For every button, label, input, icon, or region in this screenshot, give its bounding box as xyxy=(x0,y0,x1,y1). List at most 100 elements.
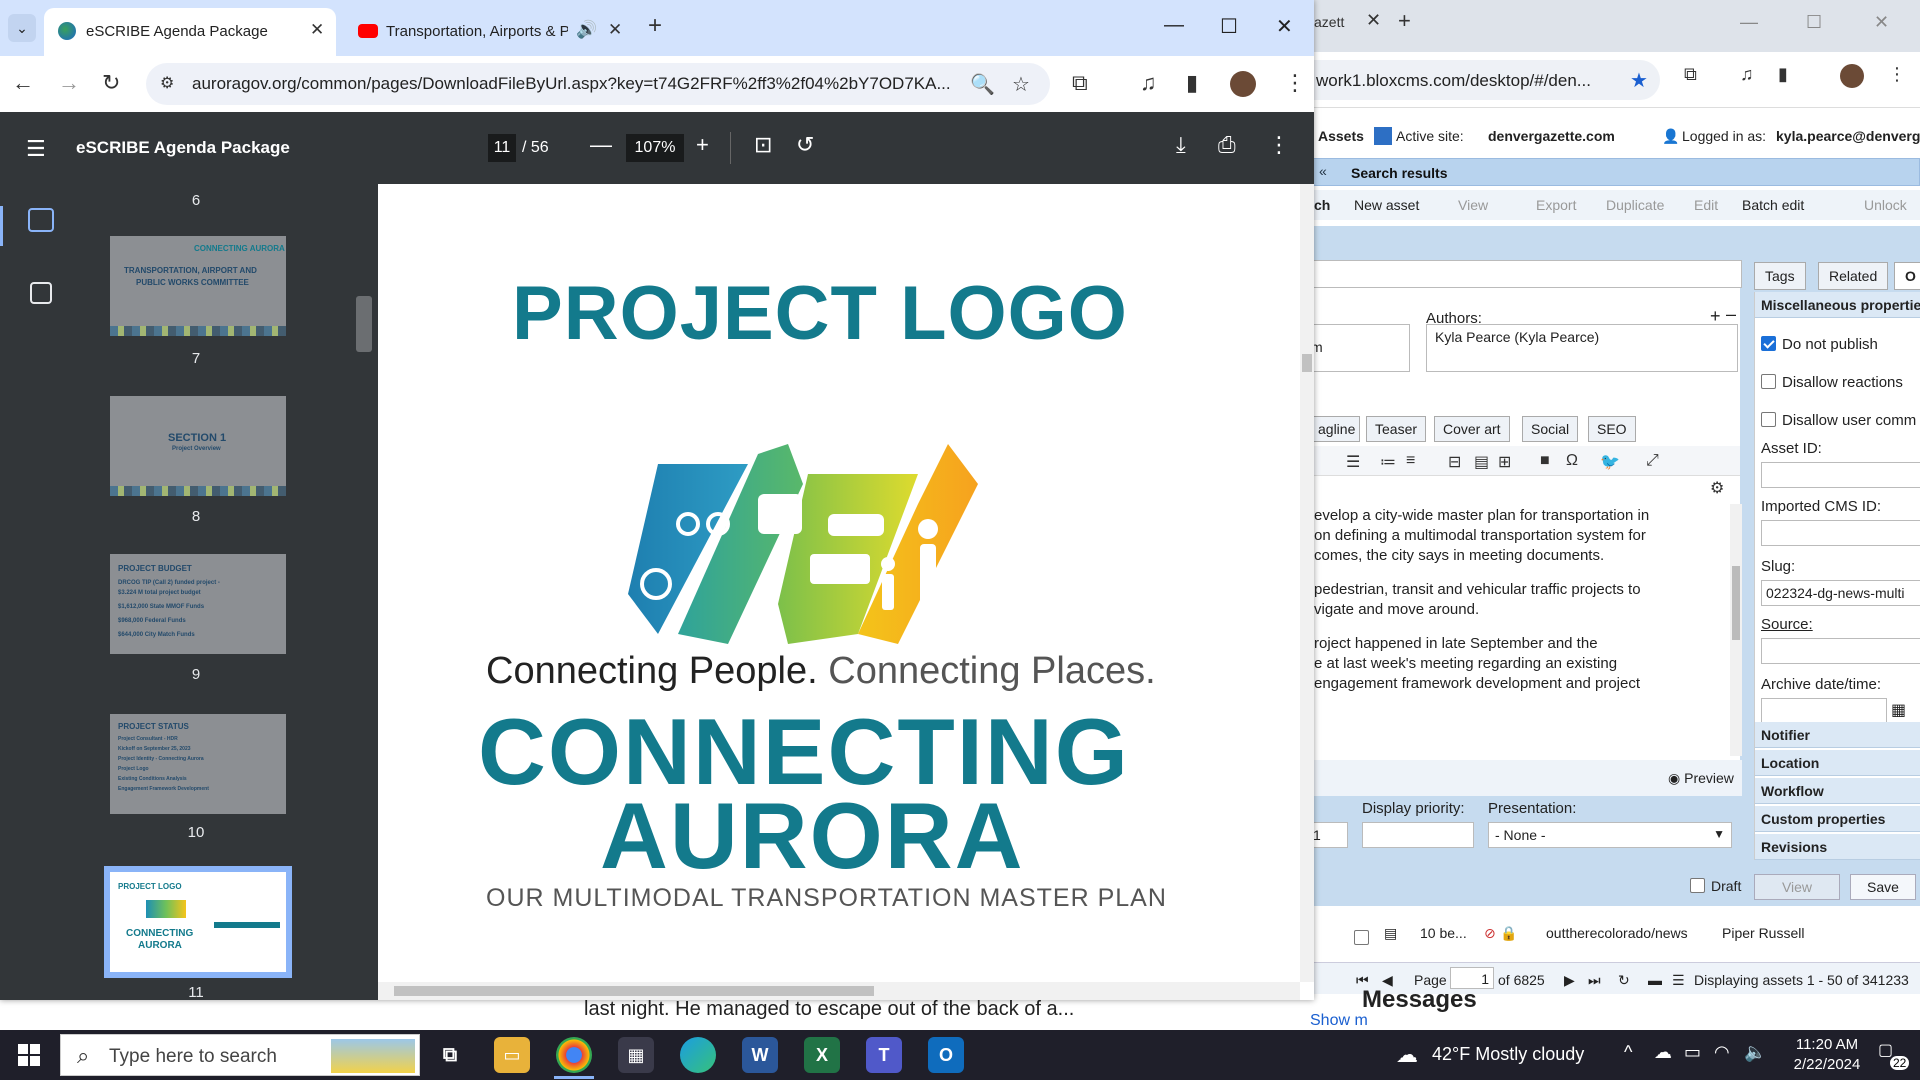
document-icon[interactable]: ▤ xyxy=(1474,452,1489,472)
tab-search-button[interactable]: ⌄ xyxy=(8,14,36,42)
store-icon[interactable]: ▦ xyxy=(618,1037,654,1073)
hamburger-menu-icon[interactable]: ☰ xyxy=(26,136,46,162)
slug-input[interactable]: 022324-dg-news-multi xyxy=(1761,580,1920,606)
export-button[interactable]: Export xyxy=(1536,197,1576,213)
minimize-icon[interactable]: — xyxy=(1740,12,1758,33)
editor-scrollbar[interactable] xyxy=(1730,504,1742,756)
minus-icon[interactable]: – xyxy=(1726,304,1736,325)
outlook-icon[interactable]: O xyxy=(928,1037,964,1073)
save-button[interactable]: Save xyxy=(1850,874,1916,900)
volume-icon[interactable]: 🔈 xyxy=(1744,1042,1766,1063)
title-field[interactable] xyxy=(1310,260,1742,288)
byline-field[interactable]: m xyxy=(1310,324,1410,372)
battery-icon[interactable]: ▭ xyxy=(1684,1042,1701,1063)
tab-cover-art[interactable]: Cover art xyxy=(1434,416,1510,442)
media-icon[interactable]: ♫ xyxy=(1740,64,1762,86)
close-icon[interactable]: ✕ xyxy=(1366,10,1381,31)
side-panel-icon[interactable]: ▮ xyxy=(1186,70,1198,96)
star-icon[interactable]: ☆ xyxy=(1012,72,1030,97)
thumbnail-scroll-thumb[interactable] xyxy=(356,296,372,352)
accordion-workflow[interactable]: Workflow xyxy=(1755,778,1920,804)
chevron-up-icon[interactable]: ^ xyxy=(1624,1042,1632,1063)
thumbnail-page-10[interactable]: PROJECT LOGO CONNECTING AURORA xyxy=(104,866,292,978)
refresh-icon[interactable]: ↻ xyxy=(1618,972,1630,989)
thumbnail-page-9[interactable]: PROJECT STATUS Project Consultant - HDR … xyxy=(110,714,286,814)
calendar-icon[interactable]: ▦ xyxy=(1891,700,1906,720)
media-icon[interactable]: ♫ xyxy=(1140,70,1157,96)
imported-cms-id-input[interactable] xyxy=(1761,520,1920,546)
side-panel-icon[interactable]: ▮ xyxy=(1778,64,1800,86)
tab-related[interactable]: Related xyxy=(1818,262,1889,290)
display-priority-input[interactable] xyxy=(1362,822,1474,848)
fit-page-icon[interactable]: ⊡ xyxy=(754,132,772,158)
close-icon[interactable]: ✕ xyxy=(1874,12,1889,33)
archive-date-input[interactable] xyxy=(1761,698,1887,724)
unlock-button[interactable]: Unlock xyxy=(1864,197,1907,213)
tab-youtube[interactable]: Transportation, Airports & P 🔊 ✕ xyxy=(344,8,632,56)
extensions-icon[interactable]: ⧉ xyxy=(1072,70,1088,96)
double-chevron-left-icon[interactable]: « xyxy=(1319,163,1327,179)
thumbnail-page-8[interactable]: PROJECT BUDGET DRCOG TIP (Call 2) funded… xyxy=(110,554,286,654)
disallow-comments-checkbox[interactable]: Disallow user comm xyxy=(1761,412,1916,429)
pagebreak-icon[interactable]: ⊟ xyxy=(1448,452,1461,472)
list-view-icon[interactable]: ☰ xyxy=(1672,972,1685,989)
thumbnail-page-6[interactable]: CONNECTING AURORA TRANSPORTATION, AIRPOR… xyxy=(110,236,286,336)
zoom-icon[interactable]: 🔍 xyxy=(970,72,995,97)
cms-tab-title[interactable]: azett xyxy=(1314,14,1344,30)
last-page-icon[interactable]: ⏭ xyxy=(1588,972,1601,989)
zoom-input[interactable]: 107% xyxy=(626,134,684,162)
next-page-icon[interactable]: ▶ xyxy=(1564,972,1575,989)
view-button[interactable]: View xyxy=(1754,874,1840,900)
kebab-menu-icon[interactable]: ⋮ xyxy=(1268,132,1290,158)
duplicate-button[interactable]: Duplicate xyxy=(1606,197,1664,213)
video-icon[interactable]: ■ xyxy=(1540,452,1550,470)
minimize-icon[interactable]: — xyxy=(1164,14,1184,37)
view-button[interactable]: View xyxy=(1458,197,1488,213)
notification-icon[interactable]: ▢ xyxy=(1878,1040,1893,1060)
forward-icon[interactable]: → xyxy=(58,70,80,96)
gear-icon[interactable]: ⚙ xyxy=(1710,478,1724,498)
taskbar-search[interactable]: ⌕ Type here to search xyxy=(60,1034,420,1076)
outline-icon[interactable] xyxy=(30,282,52,304)
file-explorer-icon[interactable]: ▭ xyxy=(494,1037,530,1073)
source-label[interactable]: Source: xyxy=(1761,616,1813,633)
reload-icon[interactable]: ↻ xyxy=(102,70,120,96)
authors-field[interactable]: Kyla Pearce (Kyla Pearce) xyxy=(1426,324,1738,372)
accordion-revisions[interactable]: Revisions xyxy=(1755,834,1920,860)
source-input[interactable] xyxy=(1761,638,1920,664)
twitter-icon[interactable]: 🐦 xyxy=(1600,452,1620,472)
back-icon[interactable]: ← xyxy=(12,70,34,96)
omega-icon[interactable]: Ω xyxy=(1566,452,1578,470)
chrome-icon[interactable] xyxy=(556,1037,592,1073)
print-icon[interactable]: ⎙ xyxy=(1218,132,1236,158)
kebab-menu-icon[interactable]: ⋮ xyxy=(1284,70,1306,96)
active-site-value[interactable]: denvergazette.com xyxy=(1488,128,1615,144)
star-icon[interactable]: ★ xyxy=(1630,68,1648,93)
zoom-out-icon[interactable]: — xyxy=(590,132,612,158)
teams-icon[interactable]: T xyxy=(866,1037,902,1073)
edit-button[interactable]: Edit xyxy=(1694,197,1718,213)
preview-button[interactable]: ◉ Preview xyxy=(1668,770,1734,787)
accordion-location[interactable]: Location xyxy=(1755,750,1920,776)
asset-id-input[interactable] xyxy=(1761,462,1920,488)
speaker-icon[interactable]: 🔊 xyxy=(576,20,597,40)
close-icon[interactable]: ✕ xyxy=(310,20,324,40)
url-text[interactable]: auroragov.org/common/pages/DownloadFileB… xyxy=(192,74,951,94)
disallow-reactions-checkbox[interactable]: Disallow reactions xyxy=(1761,374,1903,391)
new-asset-button[interactable]: New asset xyxy=(1354,197,1419,213)
cms-url-field[interactable]: work1.bloxcms.com/desktop/#/den... ★ xyxy=(1310,60,1660,100)
ordered-list-icon[interactable]: ≔ xyxy=(1380,452,1396,472)
presentation-select[interactable]: - None - ▼ xyxy=(1488,822,1732,848)
download-icon[interactable]: ⤓ xyxy=(1176,132,1186,158)
misc-properties-heading[interactable]: Miscellaneous propertie xyxy=(1755,292,1920,318)
clock-date[interactable]: 2/22/2024 xyxy=(1782,1056,1872,1073)
task-view-icon[interactable]: ⧉ xyxy=(432,1037,468,1073)
zoom-in-icon[interactable]: + xyxy=(696,132,709,158)
table-row[interactable]: ▤ 10 be... ⊘ 🔒 outtherecolorado/news Pip… xyxy=(1310,920,1920,946)
wifi-icon[interactable]: ◠ xyxy=(1714,1042,1730,1063)
word-icon[interactable]: W xyxy=(742,1037,778,1073)
kebab-menu-icon[interactable]: ⋮ xyxy=(1888,64,1910,86)
tab-tags[interactable]: Tags xyxy=(1754,262,1806,290)
pdf-vertical-scrollbar[interactable] xyxy=(1300,184,1314,982)
tab-tagline[interactable]: agline xyxy=(1310,416,1360,442)
